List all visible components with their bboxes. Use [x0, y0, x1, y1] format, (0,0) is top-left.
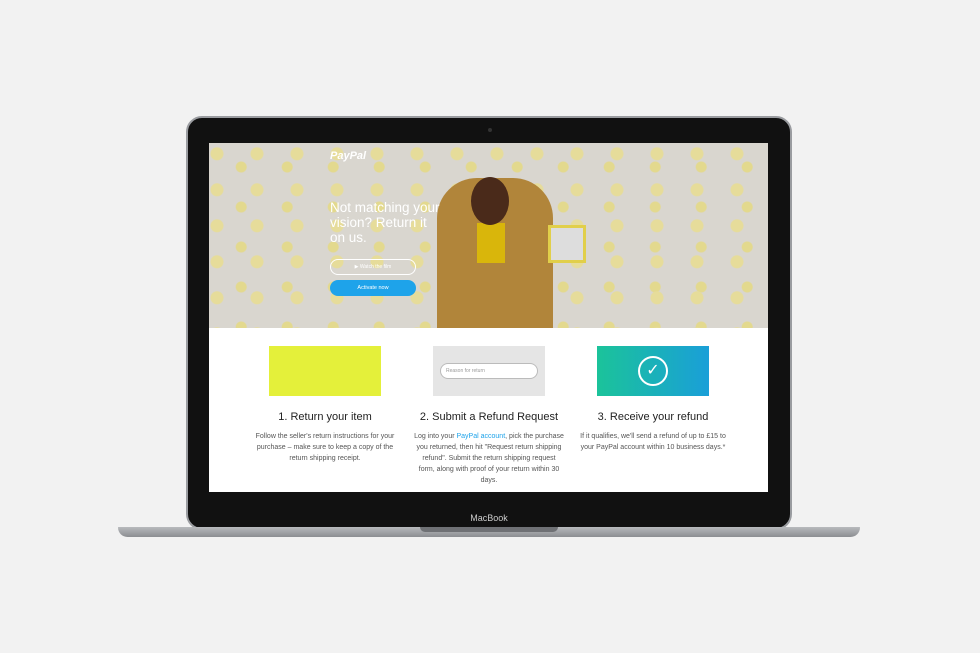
laptop-notch — [420, 527, 558, 532]
step-title: 3. Receive your refund — [597, 411, 709, 423]
hero-headline: Not matching your vision? Return it on u… — [330, 200, 440, 245]
camera — [488, 128, 492, 132]
step-title: 2. Submit a Refund Request — [419, 411, 559, 423]
hero-head — [471, 177, 509, 225]
paypal-account-link[interactable]: PayPal account — [457, 433, 506, 440]
device-brand: MacBook — [470, 513, 508, 523]
return-item-image — [269, 346, 381, 396]
screen: PayPal Not matching your vision? Return … — [209, 143, 768, 492]
step-text: If it qualifies, we'll send a refund of … — [580, 433, 726, 451]
reason-select: Reason for return — [440, 363, 538, 379]
step-3: 3. Receive your refund If it qualifies, w… — [578, 411, 728, 453]
step-text: Follow the seller's return instructions … — [255, 433, 395, 462]
step-2: 2. Submit a Refund Request Log into your … — [414, 411, 564, 486]
step-text: Log into your PayPal account, pick the p… — [414, 431, 564, 486]
refund-image: ✓ — [597, 346, 709, 396]
step-1: 1. Return your item Follow the seller's r… — [250, 411, 400, 464]
check-icon: ✓ — [638, 356, 668, 386]
activate-now-button[interactable]: Activate now — [330, 280, 416, 296]
paypal-logo[interactable]: PayPal — [330, 150, 366, 162]
turtleneck — [477, 223, 505, 263]
step-title: 1. Return your item — [278, 411, 372, 423]
watch-film-button[interactable]: ▶ Watch the film — [330, 259, 416, 275]
hero-banner: PayPal Not matching your vision? Return … — [209, 143, 768, 328]
portrait-frame — [548, 225, 586, 263]
refund-request-image: Reason for return — [433, 346, 545, 396]
text: Log into your — [414, 433, 457, 440]
text: , pick the purchase you returned, then h… — [416, 433, 564, 484]
